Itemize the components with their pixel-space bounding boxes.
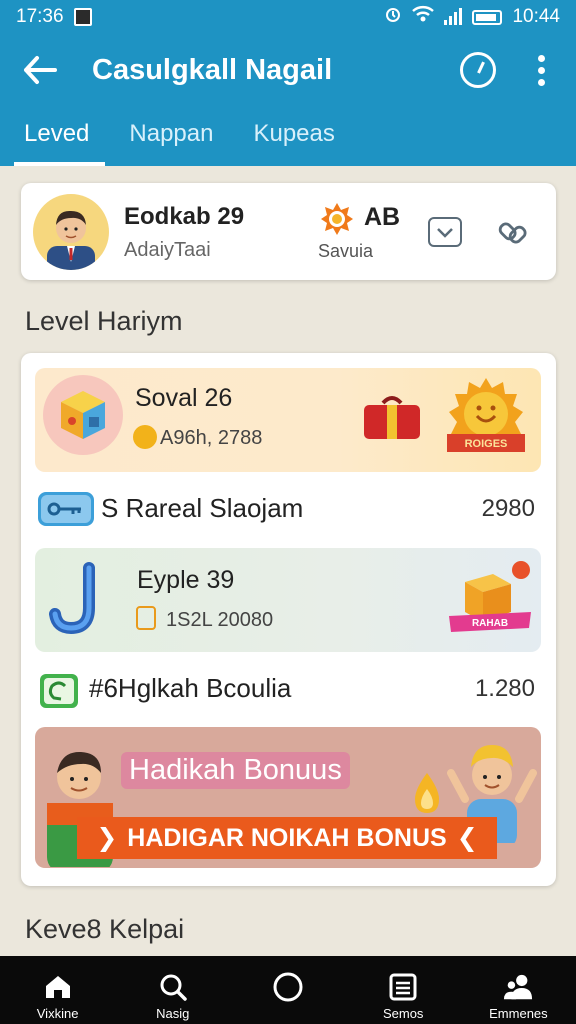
hook-icon [49,562,109,643]
profile-card[interactable]: Eodkab 29 AdaiyTaai AB Savuia [21,183,556,280]
bonus-cta-label: HADIGAR NOIKAH BONUS [127,823,447,852]
level-2-sub: 1S2L 20080 [166,609,274,631]
tab-kupeas[interactable]: Kupeas [229,106,350,166]
screenshot-notification-icon [73,8,92,26]
level-1-title: Soval 26 [135,384,233,412]
nav-item-semos[interactable]: Semos [346,956,461,1024]
history-clock-icon[interactable] [460,52,496,88]
row-value: 1.280 [474,675,535,702]
page-title: Casulgkall Nagail [92,53,333,86]
tab-bar: Leved Nappan Kupeas [0,106,351,166]
gift-ribbon-text: RAHAB [472,618,508,629]
nav-item-home[interactable]: Vixkine [0,956,115,1024]
home-icon [43,972,73,1002]
signal-icon [444,8,463,25]
status-time-right: 10:44 [512,6,560,27]
toolbox-icon [361,393,423,443]
section-title-2: Keve8 Kelpai [25,914,185,944]
app-bar: Casulgkall Nagail Leved Nappan Kupeas [0,34,576,166]
alarm-icon [384,5,402,29]
link-icon[interactable] [495,215,531,251]
battery-icon [472,9,503,25]
nav-item-search[interactable]: Nasig [115,956,230,1024]
nav-label: Semos [382,1006,424,1021]
wifi-icon [412,5,435,29]
sun-award-icon: ROIGES [445,376,527,462]
award-ribbon-text: ROIGES [465,438,508,450]
nav-item-center[interactable] [230,956,345,1024]
sun-badge-icon [320,202,354,236]
avatar [33,194,109,270]
list-item-rareal[interactable]: S Rareal Slaojam 2980 [35,487,541,531]
circle-icon [273,972,303,1002]
cube-icon [43,375,123,455]
level-1-sub: A96h, 2788 [160,427,263,449]
level-2-title: Eyple 39 [137,566,235,594]
more-options-icon[interactable] [536,54,546,86]
row-label: S Rareal Slaojam [101,493,304,523]
profile-subtitle: AdaiyTaai [124,239,211,261]
key-icon [37,491,95,532]
row-label: #6Hglkah Bcoulia [89,673,292,703]
nav-item-emmenes[interactable]: Emmenes [461,956,576,1024]
section-title: Level Hariym [25,306,183,336]
coin-drop-icon [133,425,157,449]
back-arrow-icon[interactable] [20,50,60,90]
banner-title: Hadikah Bonuus [121,752,350,789]
lock-icon [136,606,156,630]
search-icon [158,972,188,1002]
bottom-navigation: Vixkine Nasig Semos Emmenes [0,956,576,1024]
level-item-2[interactable]: Eyple 39 1S2L 20080 RAHAB [35,548,541,652]
nav-label: Vixkine [36,1006,79,1021]
chevron-right-icon: ❯ [96,824,118,852]
level-item-1[interactable]: Soval 26 A96h, 2788 ROIGES [35,368,541,472]
status-time-left: 17:36 [16,6,64,27]
profile-badge-sub: Savuia [318,241,374,261]
chat-bubble-icon [37,671,81,716]
people-icon [503,972,533,1002]
list-item-hglkah[interactable]: #6Hglkah Bcoulia 1.280 [35,667,541,711]
profile-name: Eodkab 29 [124,203,245,230]
list-icon [388,972,418,1002]
nav-label: Nasig [156,1006,190,1021]
chevron-left-icon: ❮ [456,824,478,852]
gift-box-icon: RAHAB [445,560,535,642]
check-box-icon[interactable] [428,217,462,247]
level-list-card: Soval 26 A96h, 2788 ROIGES S Rareal Slao… [21,353,556,886]
tab-leved[interactable]: Leved [0,106,106,166]
tab-nappan[interactable]: Nappan [105,106,229,166]
bonus-banner[interactable]: Hadikah Bonuus ❯ HADIGAR NOIKAH BONUS ❮ [35,727,541,868]
status-bar: 17:36 10:44 [0,0,576,34]
profile-badge-label: AB [364,203,401,231]
nav-label: Emmenes [489,1006,548,1021]
flame-icon [409,771,445,820]
bonus-cta-button[interactable]: ❯ HADIGAR NOIKAH BONUS ❮ [77,817,497,859]
row-value: 2980 [481,495,535,522]
